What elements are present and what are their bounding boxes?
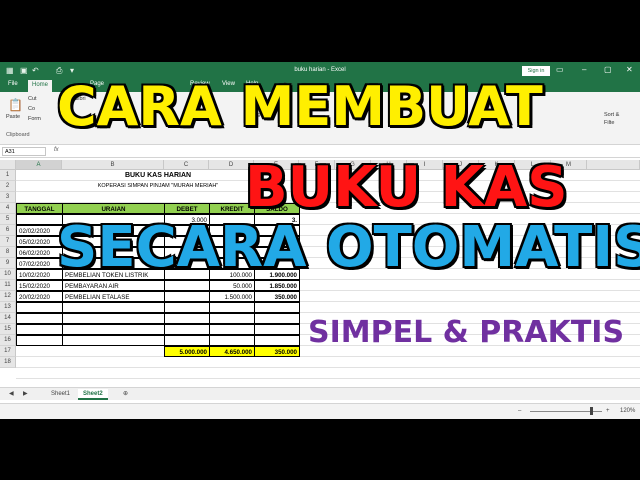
paste-icon[interactable]: 📋 xyxy=(8,98,23,112)
sort-filter-button[interactable]: Sort & xyxy=(604,112,619,118)
overlay-subtitle: SIMPEL & PRAKTIS xyxy=(308,315,625,350)
row-header[interactable]: 12 xyxy=(0,291,16,302)
select-all-corner[interactable] xyxy=(0,160,16,170)
table-cell[interactable] xyxy=(209,324,255,335)
maximize-icon[interactable]: ▢ xyxy=(604,65,612,74)
header-uraian[interactable]: URAIAN xyxy=(62,203,165,214)
row-header[interactable]: 17 xyxy=(0,346,16,357)
header-tanggal[interactable]: TANGGAL xyxy=(16,203,63,214)
format-painter-button[interactable]: Form xyxy=(28,116,41,122)
filter-label: Filte xyxy=(604,120,615,126)
sheet-title[interactable]: BUKU KAS HARIAN xyxy=(62,170,254,181)
table-cell[interactable] xyxy=(164,313,210,324)
table-cell[interactable] xyxy=(16,302,63,313)
name-box[interactable]: A31 xyxy=(2,147,46,156)
table-cell[interactable]: 07/02/2020 xyxy=(16,258,63,269)
table-cell[interactable]: PEMBAYARAN AIR xyxy=(62,280,165,291)
table-cell[interactable]: 20/02/2020 xyxy=(16,291,63,302)
column-header[interactable]: B xyxy=(62,160,164,170)
sheet-tab-2[interactable]: Sheet2 xyxy=(78,389,108,400)
table-cell[interactable]: 50.000 xyxy=(209,280,255,291)
row-header[interactable]: 3 xyxy=(0,192,16,203)
table-cell[interactable] xyxy=(164,302,210,313)
table-cell[interactable] xyxy=(164,291,210,302)
row-header[interactable]: 18 xyxy=(0,357,16,368)
row-header[interactable]: 6 xyxy=(0,225,16,236)
overlay-title-line3: SECARA OTOMATIS xyxy=(57,215,640,280)
clipboard-group-label: Clipboard xyxy=(6,132,30,138)
cut-button[interactable]: Cut xyxy=(28,96,37,102)
row-header[interactable]: 5 xyxy=(0,214,16,225)
table-cell[interactable]: 06/02/2020 xyxy=(16,247,63,258)
table-cell[interactable] xyxy=(209,335,255,346)
table-cell[interactable] xyxy=(254,302,300,313)
table-cell[interactable] xyxy=(164,335,210,346)
table-cell[interactable] xyxy=(62,324,165,335)
table-cell[interactable]: 15/02/2020 xyxy=(16,280,63,291)
table-cell[interactable] xyxy=(209,302,255,313)
sheet-subtitle[interactable]: KOPERASI SIMPAN PINJAM "MURAH MERIAH" xyxy=(62,181,254,192)
table-cell[interactable]: 10/02/2020 xyxy=(16,269,63,280)
sheet-scroll-right-icon[interactable]: ▶ xyxy=(18,389,33,400)
table-cell[interactable] xyxy=(16,214,63,225)
table-cell[interactable] xyxy=(62,335,165,346)
column-header[interactable]: A xyxy=(16,160,62,170)
sheet-tab-1[interactable]: Sheet1 xyxy=(46,389,75,400)
total-debet[interactable]: 5.000.000 xyxy=(164,346,210,357)
row-header[interactable]: 14 xyxy=(0,313,16,324)
table-cell[interactable]: 350.000 xyxy=(254,291,300,302)
row-header[interactable]: 10 xyxy=(0,269,16,280)
table-cell[interactable] xyxy=(62,313,165,324)
row-header[interactable]: 2 xyxy=(0,181,16,192)
table-cell[interactable]: 1.500.000 xyxy=(209,291,255,302)
sheet-scroll-left-icon[interactable]: ◀ xyxy=(4,389,19,400)
paste-button[interactable]: Paste xyxy=(6,114,20,120)
row-header[interactable]: 13 xyxy=(0,302,16,313)
close-icon[interactable]: ✕ xyxy=(626,65,633,74)
table-cell[interactable] xyxy=(16,313,63,324)
total-saldo[interactable]: 350.000 xyxy=(254,346,300,357)
row-header[interactable]: 8 xyxy=(0,247,16,258)
row-header[interactable]: 4 xyxy=(0,203,16,214)
insert-function-icon[interactable]: fx xyxy=(54,147,59,153)
add-sheet-icon[interactable]: ⊕ xyxy=(118,389,133,400)
table-cell[interactable] xyxy=(16,335,63,346)
total-kredit[interactable]: 4.650.000 xyxy=(209,346,255,357)
status-bar: – + 120% xyxy=(0,403,640,419)
table-cell[interactable]: 02/02/2020 xyxy=(16,225,63,236)
overlay-title-line2: BUKU KAS xyxy=(245,155,568,220)
row-header[interactable]: 7 xyxy=(0,236,16,247)
row-header[interactable]: 15 xyxy=(0,324,16,335)
copy-button[interactable]: Co xyxy=(28,106,35,112)
ribbon-options-icon[interactable]: ▭ xyxy=(556,65,564,74)
header-debet[interactable]: DEBET xyxy=(164,203,210,214)
table-cell[interactable] xyxy=(16,324,63,335)
table-cell[interactable] xyxy=(164,280,210,291)
zoom-slider-thumb[interactable] xyxy=(590,407,593,415)
table-cell[interactable]: 05/02/2020 xyxy=(16,236,63,247)
sheet-tab-bar: ◀ ▶ Sheet1 Sheet2 ⊕ xyxy=(0,387,640,400)
column-header[interactable] xyxy=(587,160,640,170)
table-cell[interactable] xyxy=(254,335,300,346)
zoom-in-icon[interactable]: + xyxy=(606,408,610,414)
table-cell[interactable]: PEMBELIAN ETALASE xyxy=(62,291,165,302)
table-cell[interactable] xyxy=(254,324,300,335)
table-cell[interactable] xyxy=(254,313,300,324)
zoom-out-icon[interactable]: – xyxy=(518,408,521,414)
table-cell[interactable] xyxy=(62,302,165,313)
row-header[interactable]: 9 xyxy=(0,258,16,269)
row-header[interactable]: 16 xyxy=(0,335,16,346)
column-header[interactable]: C xyxy=(164,160,209,170)
row-header[interactable]: 1 xyxy=(0,170,16,181)
row-header[interactable]: 11 xyxy=(0,280,16,291)
minimize-icon[interactable]: – xyxy=(582,65,586,74)
table-cell[interactable] xyxy=(164,324,210,335)
zoom-level[interactable]: 120% xyxy=(620,408,635,414)
table-cell[interactable] xyxy=(209,313,255,324)
table-cell[interactable]: 1.850.000 xyxy=(254,280,300,291)
tab-home[interactable]: Home xyxy=(28,80,53,92)
overlay-title-line1: CARA MEMBUAT xyxy=(57,75,543,138)
tab-file[interactable]: File xyxy=(8,81,18,87)
